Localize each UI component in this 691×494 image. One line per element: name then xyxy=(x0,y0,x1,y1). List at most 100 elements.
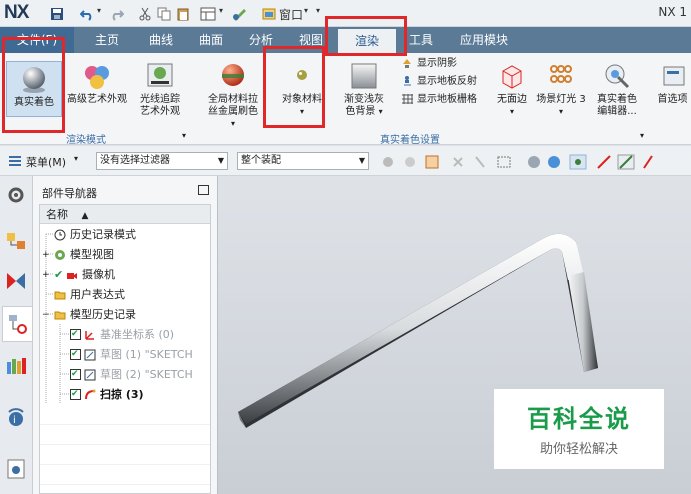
sort-asc-icon: ▲ xyxy=(81,211,89,221)
undo-dropdown-icon[interactable]: ▾ xyxy=(97,6,101,22)
checkbox-checked[interactable]: ✔ xyxy=(70,349,81,360)
global-material-button[interactable]: 全局材料拉 丝金属刷色 ▾ xyxy=(200,61,266,130)
tree-item-model-history[interactable]: − 模型历史记录 xyxy=(40,305,210,325)
gradient-square-icon xyxy=(351,63,377,89)
menu-button[interactable]: 菜单(M) xyxy=(26,154,66,170)
column-header-name[interactable]: 名称 ▲ xyxy=(40,205,210,224)
undo-icon[interactable] xyxy=(80,6,94,22)
assembly-scope-dropdown[interactable]: 整个装配 ▼ xyxy=(237,152,369,170)
tab-applications[interactable]: 应用模块 xyxy=(448,27,520,53)
sweep-icon xyxy=(85,389,96,400)
customize-dropdown-icon[interactable]: ▾ xyxy=(316,6,320,22)
settings-gear-icon[interactable] xyxy=(5,184,27,206)
window-title: NX 1 xyxy=(658,5,687,19)
tree-item-model-views[interactable]: + 模型视图 xyxy=(40,245,210,265)
show-floor-reflection-toggle[interactable]: 显示地板反射 xyxy=(401,75,477,89)
watermark-logo: 百科全说 助你轻松解决 xyxy=(494,389,664,469)
history-icon[interactable] xyxy=(5,458,27,480)
maximize-icon[interactable] xyxy=(198,185,209,195)
camera-icon xyxy=(67,273,77,279)
lights-icon xyxy=(550,65,572,83)
global-material-dropdown-icon[interactable]: ▾ xyxy=(200,118,266,130)
tab-home[interactable]: 主页 xyxy=(86,27,128,53)
redo-icon[interactable] xyxy=(110,6,124,22)
group-label-render-mode: 渲染模式 xyxy=(66,135,106,146)
tree-item-sketch-2[interactable]: ✔ 草图 (2) "SKETCH xyxy=(40,365,210,385)
scene-light-button[interactable]: 场景灯光 3 ▾ xyxy=(534,61,588,118)
layout-icon[interactable] xyxy=(200,6,216,22)
layout-dropdown-icon[interactable]: ▾ xyxy=(219,6,223,22)
reuse-library-icon[interactable] xyxy=(5,354,27,376)
checkmark-icon: ✔ xyxy=(54,268,64,281)
raytrace-icon xyxy=(147,63,173,87)
tab-surface[interactable]: 曲面 xyxy=(190,27,232,53)
csys-icon xyxy=(85,331,94,340)
render-mode-expand-icon[interactable]: ▾ xyxy=(182,131,186,140)
copy-icon[interactable] xyxy=(157,6,171,22)
paste-icon[interactable] xyxy=(176,6,190,22)
part-navigator-icon xyxy=(9,315,27,334)
gradient-dropdown-icon[interactable]: ▾ xyxy=(379,107,383,116)
navigator-tree: 名称 ▲ 历史记录模式 + 模型视图 + ✔ 摄像机 用户表达式 − 模型历史记… xyxy=(39,204,211,494)
part-navigator-panel: 部件导航器 名称 ▲ 历史记录模式 + 模型视图 + ✔ 摄像机 用户表达式 − xyxy=(33,176,218,494)
tree-item-user-expressions[interactable]: 用户表达式 xyxy=(40,285,210,305)
expand-plus-icon[interactable]: + xyxy=(42,245,50,265)
selection-tools-icons[interactable] xyxy=(382,154,682,170)
tree-item-datum-csys[interactable]: ✔ 基准坐标系 (0) xyxy=(40,325,210,345)
ribbon-panel: 真实着色 高级艺术外观 光线追踪 艺术外观 全局材料拉 丝金属刷色 ▾ 对象材料… xyxy=(0,53,691,146)
tree-item-cameras[interactable]: + ✔ 摄像机 xyxy=(40,265,210,285)
edit-object-icon[interactable] xyxy=(232,6,248,22)
raytrace-art-appearance-button[interactable]: 光线追踪 艺术外观 xyxy=(132,61,188,118)
tree-item-sketch-1[interactable]: ✔ 草图 (1) "SKETCH xyxy=(40,345,210,365)
shading-settings-expand-icon[interactable]: ▾ xyxy=(640,131,644,140)
tab-curve[interactable]: 曲线 xyxy=(140,27,182,53)
watermark-subtitle: 助你轻松解决 xyxy=(539,442,618,457)
grid-icon xyxy=(402,94,413,104)
save-icon[interactable] xyxy=(50,6,64,22)
preferences-icon xyxy=(663,66,684,86)
tree-item-history-mode[interactable]: 历史记录模式 xyxy=(40,225,210,245)
sketch-icon xyxy=(84,369,96,381)
show-shadow-toggle[interactable]: 显示阴影 xyxy=(401,57,457,71)
no-edge-dropdown-icon[interactable]: ▾ xyxy=(492,106,532,118)
sketch-icon xyxy=(84,349,96,361)
tree-item-sweep[interactable]: ✔ 扫掠 (3) xyxy=(40,385,210,405)
folder-open-icon xyxy=(54,311,66,320)
window-icon[interactable] xyxy=(262,6,276,22)
tree-empty-rows xyxy=(40,405,210,493)
svg-text:i: i xyxy=(13,415,16,426)
no-face-edge-button[interactable]: 无面边 ▾ xyxy=(492,61,532,118)
window-menu[interactable]: 窗口 xyxy=(279,6,303,22)
advanced-art-appearance-button[interactable]: 高级艺术外观 xyxy=(64,61,130,106)
part-navigator-title: 部件导航器 xyxy=(42,187,97,200)
highlight-true-shading xyxy=(2,37,65,133)
person-reflection-icon xyxy=(404,76,411,86)
menu-icon xyxy=(9,156,21,166)
scene-light-dropdown-icon[interactable]: ▾ xyxy=(534,106,588,118)
menu-dropdown-icon[interactable]: ▾ xyxy=(74,154,78,163)
part-navigator-tab[interactable] xyxy=(2,306,32,342)
web-browser-icon[interactable]: i xyxy=(5,406,27,428)
highlight-object-material xyxy=(263,46,325,128)
highlight-render-tab xyxy=(325,16,407,56)
resource-bar: i xyxy=(0,176,33,494)
colored-balls-icon xyxy=(85,66,109,89)
gradient-background-button[interactable]: 渐变浅灰 色背景 ▾ xyxy=(338,61,390,118)
group-label-true-shading-settings: 真实着色设置 xyxy=(380,135,440,146)
checkbox-checked[interactable]: ✔ xyxy=(70,369,81,380)
checkbox-checked[interactable]: ✔ xyxy=(70,389,81,400)
folder-icon xyxy=(54,291,66,300)
show-floor-grid-toggle[interactable]: 显示地板栅格 xyxy=(401,93,477,107)
constraint-navigator-icon[interactable] xyxy=(5,270,27,292)
preferences-button[interactable]: 首选项 xyxy=(654,61,691,106)
collapse-minus-icon[interactable]: − xyxy=(42,305,50,325)
window-dropdown-icon[interactable]: ▾ xyxy=(304,6,308,22)
selection-filter-dropdown[interactable]: 没有选择过滤器 ▼ xyxy=(96,152,228,170)
expand-plus-icon[interactable]: + xyxy=(42,265,50,285)
assembly-navigator-icon[interactable] xyxy=(5,230,27,252)
cut-icon[interactable] xyxy=(138,6,152,22)
true-shading-editor-button[interactable]: 真实着色 编辑器... xyxy=(592,61,642,118)
chevron-down-icon: ▼ xyxy=(217,156,224,165)
material-sphere-icon xyxy=(222,64,244,86)
checkbox-checked[interactable]: ✔ xyxy=(70,329,81,340)
